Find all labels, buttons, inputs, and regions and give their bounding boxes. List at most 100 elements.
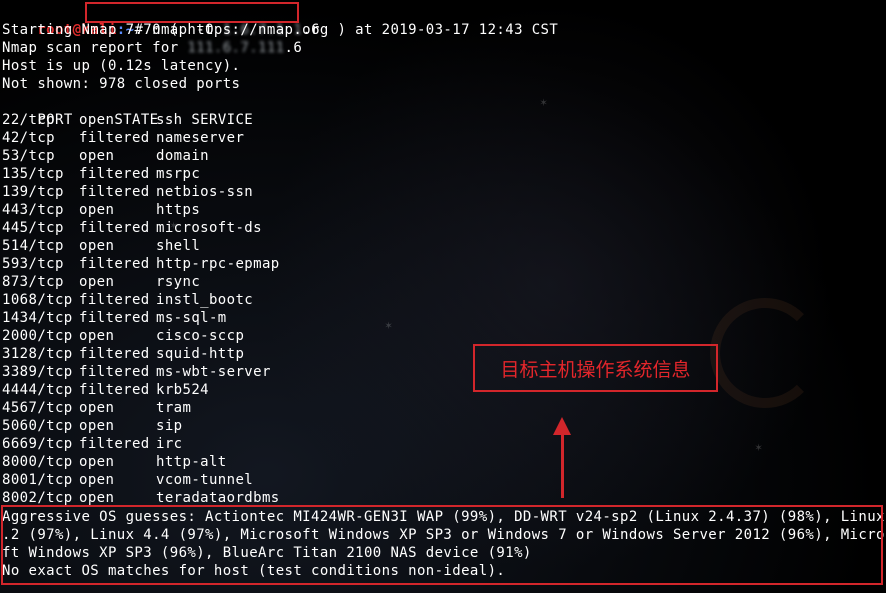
table-row: 6669/tcp filtered irc xyxy=(2,435,183,453)
service-cell: krb524 xyxy=(156,382,209,398)
state-cell: filtered xyxy=(79,292,150,308)
service-cell: rsync xyxy=(156,274,201,290)
state-cell: open xyxy=(79,148,115,164)
service-cell: squid-http xyxy=(156,346,245,362)
state-cell: open xyxy=(79,112,115,128)
not-shown-line: Not shown: 978 closed ports xyxy=(2,76,241,92)
host-up-line: Host is up (0.12s latency). xyxy=(2,58,241,74)
service-cell: cisco-sccp xyxy=(156,328,245,344)
state-cell: filtered xyxy=(79,382,150,398)
table-row: 1068/tcp filtered instl_bootc xyxy=(2,291,253,309)
header-service: SERVICE xyxy=(191,112,254,128)
port-cell: 42/tcp xyxy=(2,130,55,146)
table-row: 135/tcp filtered msrpc xyxy=(2,165,200,183)
terminal-window[interactable]: ✶ ✶ ✶ ✶ root@kali:~# nmap -O 1.6.7.1 1.6… xyxy=(0,0,886,593)
table-row: 5060/tcp open sip xyxy=(2,417,183,435)
service-cell: nameserver xyxy=(156,130,245,146)
state-cell: open xyxy=(79,454,115,470)
table-row: 8000/tcp open http-alt xyxy=(2,453,227,471)
state-cell: filtered xyxy=(79,256,150,272)
state-cell: filtered xyxy=(79,220,150,236)
table-row: 139/tcp filtered netbios-ssn xyxy=(2,183,253,201)
ports-table-header: PORT STATE SERVICE xyxy=(2,93,253,128)
arrow-shaft xyxy=(561,432,564,498)
port-cell: 4567/tcp xyxy=(2,400,73,416)
scan-report-prefix: Nmap scan report for xyxy=(2,40,188,56)
table-row: 873/tcp open rsync xyxy=(2,273,200,291)
service-cell: instl_bootc xyxy=(156,292,254,308)
table-row: 8001/tcp open vcom-tunnel xyxy=(2,471,253,489)
service-cell: vcom-tunnel xyxy=(156,472,254,488)
service-cell: netbios-ssn xyxy=(156,184,254,200)
port-cell: 1068/tcp xyxy=(2,292,73,308)
service-cell: http-alt xyxy=(156,454,227,470)
port-cell: 1434/tcp xyxy=(2,310,73,326)
port-cell: 443/tcp xyxy=(2,202,64,218)
kali-dragon-logo xyxy=(710,298,820,408)
state-cell: filtered xyxy=(79,166,150,182)
service-cell: msrpc xyxy=(156,166,201,182)
redacted-report-ip: 111.6.7.111 xyxy=(187,40,285,56)
port-cell: 139/tcp xyxy=(2,184,64,200)
port-cell: 8001/tcp xyxy=(2,472,73,488)
state-cell: filtered xyxy=(79,346,150,362)
state-cell: filtered xyxy=(79,310,150,326)
state-cell: open xyxy=(79,400,115,416)
service-cell: shell xyxy=(156,238,201,254)
table-row: 4567/tcp open tram xyxy=(2,399,191,417)
table-row: 445/tcp filtered microsoft-ds xyxy=(2,219,262,237)
port-cell: 445/tcp xyxy=(2,220,64,236)
service-cell: ssh xyxy=(156,112,183,128)
state-cell: open xyxy=(79,202,115,218)
table-row: 53/tcp open domain xyxy=(2,147,209,165)
scan-report-tail: .6 xyxy=(284,40,303,56)
state-cell: open xyxy=(79,274,115,290)
port-cell: 514/tcp xyxy=(2,238,64,254)
port-cell: 593/tcp xyxy=(2,256,64,272)
port-cell: 2000/tcp xyxy=(2,328,73,344)
annotation-label: 目标主机操作系统信息 xyxy=(473,344,718,392)
background-star-icon: ✶ xyxy=(540,95,548,109)
background-star-icon: ✶ xyxy=(385,318,393,332)
table-row: 3389/tcp filtered ms-wbt-server xyxy=(2,363,271,381)
service-cell: ms-wbt-server xyxy=(156,364,271,380)
service-cell: https xyxy=(156,202,201,218)
port-cell: 135/tcp xyxy=(2,166,64,182)
port-cell: 4444/tcp xyxy=(2,382,73,398)
os-guess-highlight-box xyxy=(1,505,883,585)
service-cell: domain xyxy=(156,148,209,164)
port-cell: 873/tcp xyxy=(2,274,64,290)
port-cell: 8000/tcp xyxy=(2,454,73,470)
state-cell: filtered xyxy=(79,184,150,200)
table-row: 593/tcp filtered http-rpc-epmap xyxy=(2,255,280,273)
table-row: 4444/tcp filtered krb524 xyxy=(2,381,209,399)
port-cell: 22/tcp xyxy=(2,112,55,128)
state-cell: open xyxy=(79,328,115,344)
scan-report-line: Nmap scan report for 111.6.7.111.6 xyxy=(2,39,302,57)
port-cell: 3128/tcp xyxy=(2,346,73,362)
starting-line: Starting Nmap 7.70 ( https://nmap.org ) … xyxy=(2,22,559,38)
port-cell: 3389/tcp xyxy=(2,364,73,380)
service-cell: sip xyxy=(156,418,183,434)
port-cell: 5060/tcp xyxy=(2,418,73,434)
service-cell: http-rpc-epmap xyxy=(156,256,280,272)
table-row: 514/tcp open shell xyxy=(2,237,200,255)
service-cell: tram xyxy=(156,400,192,416)
table-row: 1434/tcp filtered ms-sql-m xyxy=(2,309,227,327)
table-row: 3128/tcp filtered squid-http xyxy=(2,345,244,363)
port-cell: 6669/tcp xyxy=(2,436,73,452)
port-cell: 53/tcp xyxy=(2,148,55,164)
state-cell: filtered xyxy=(79,130,150,146)
service-cell: microsoft-ds xyxy=(156,220,262,236)
background-star-icon: ✶ xyxy=(755,440,763,454)
table-row: 443/tcp open https xyxy=(2,201,200,219)
table-row: 22/tcp open ssh xyxy=(2,111,183,129)
state-cell: filtered xyxy=(79,436,150,452)
state-cell: open xyxy=(79,418,115,434)
state-cell: open xyxy=(79,238,115,254)
service-cell: irc xyxy=(156,436,183,452)
table-row: 42/tcp filtered nameserver xyxy=(2,129,244,147)
service-cell: ms-sql-m xyxy=(156,310,227,326)
state-cell: filtered xyxy=(79,364,150,380)
state-cell: open xyxy=(79,472,115,488)
